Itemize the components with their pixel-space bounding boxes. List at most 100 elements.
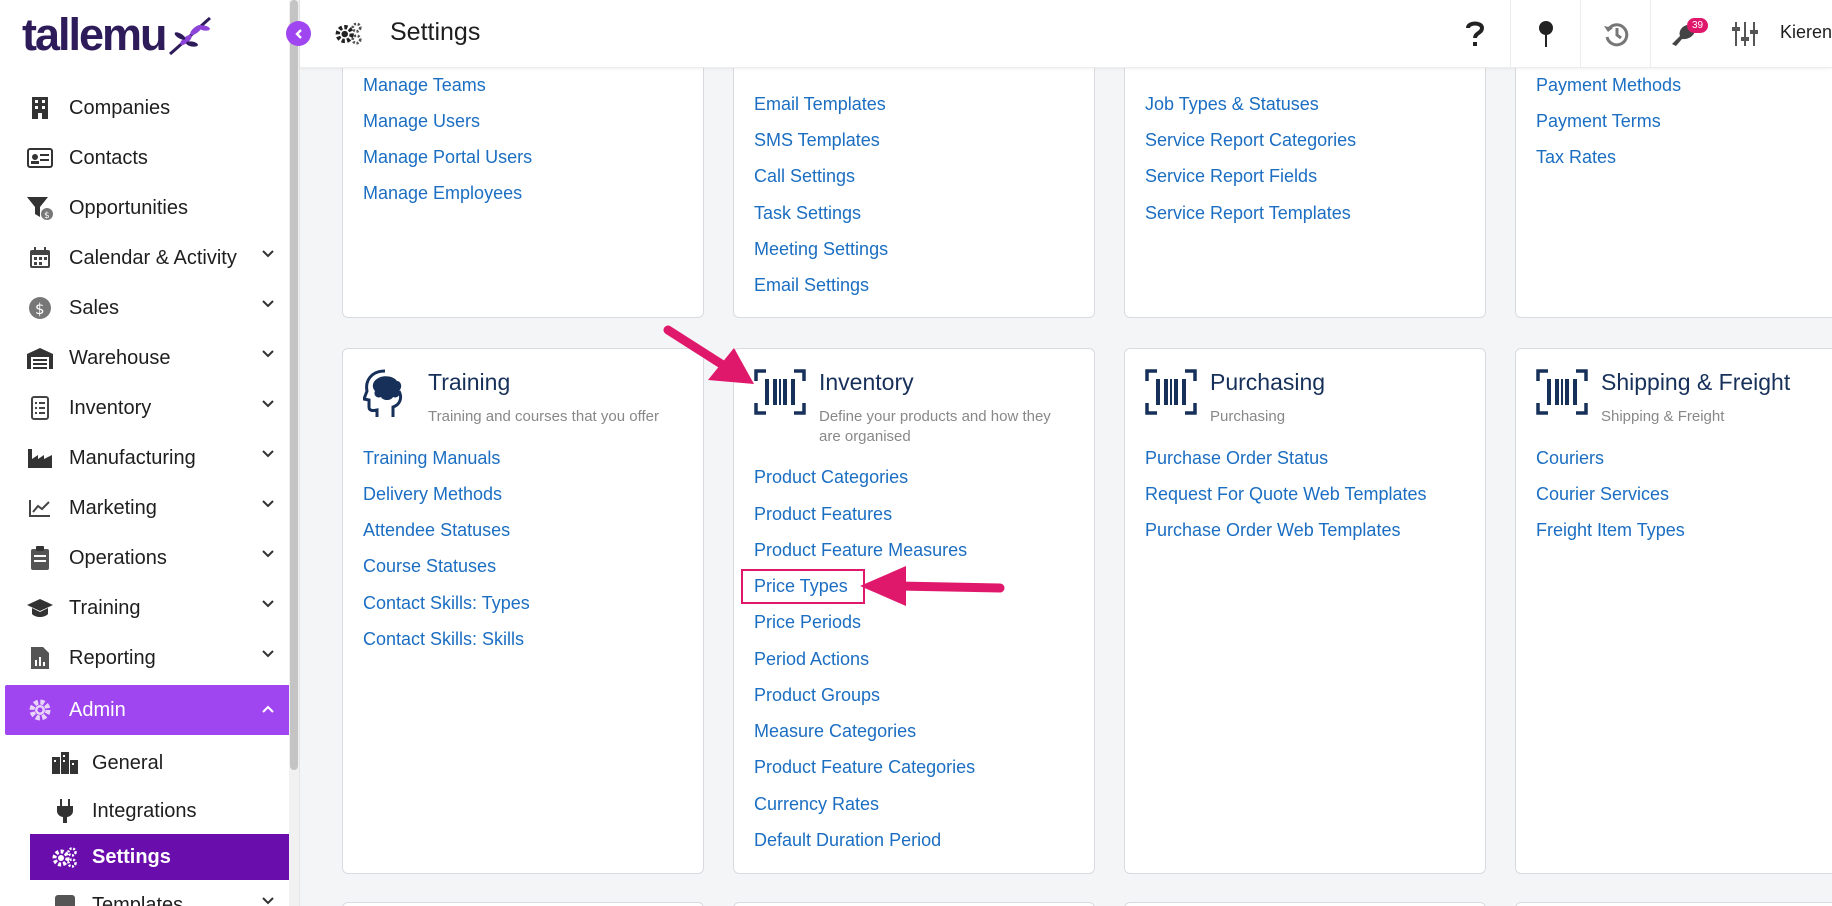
chevron-down-icon bbox=[262, 897, 274, 905]
chevron-down-icon bbox=[262, 550, 274, 558]
sidebar-item-label: Contacts bbox=[69, 146, 148, 169]
sidebar-item-marketing[interactable]: Marketing bbox=[5, 485, 293, 531]
link-purchase-order-status[interactable]: Purchase Order Status bbox=[1145, 448, 1328, 469]
link-payment-terms[interactable]: Payment Terms bbox=[1536, 111, 1661, 132]
link-product-categories[interactable]: Product Categories bbox=[754, 467, 908, 488]
card-next-row-1 bbox=[342, 902, 704, 906]
link-payment-methods[interactable]: Payment Methods bbox=[1536, 75, 1681, 96]
chart-line-icon bbox=[25, 493, 55, 523]
link-couriers[interactable]: Couriers bbox=[1536, 448, 1604, 469]
user-menu[interactable]: Kieren bbox=[1780, 22, 1832, 43]
link-meeting-settings[interactable]: Meeting Settings bbox=[754, 239, 888, 260]
link-manage-users[interactable]: Manage Users bbox=[363, 111, 480, 132]
preferences-button[interactable] bbox=[1710, 0, 1780, 68]
link-service-report-categories[interactable]: Service Report Categories bbox=[1145, 130, 1356, 151]
pin-icon bbox=[1538, 21, 1553, 47]
chevron-down-icon bbox=[262, 600, 274, 608]
link-email-settings[interactable]: Email Settings bbox=[754, 275, 869, 296]
collapse-sidebar-button[interactable] bbox=[286, 21, 311, 46]
top-header: Settings 39 Kieren bbox=[300, 0, 1832, 68]
sidebar-item-companies[interactable]: Companies bbox=[5, 85, 293, 131]
link-sms-templates[interactable]: SMS Templates bbox=[754, 130, 880, 151]
link-task-settings[interactable]: Task Settings bbox=[754, 203, 861, 224]
scrollbar-thumb[interactable] bbox=[290, 0, 298, 770]
link-product-features[interactable]: Product Features bbox=[754, 504, 892, 525]
card-title: Purchasing bbox=[1210, 369, 1326, 395]
sidebar-item-contacts[interactable]: Contacts bbox=[5, 135, 293, 181]
link-product-feature-measures[interactable]: Product Feature Measures bbox=[754, 540, 967, 561]
sidebar-item-manufacturing[interactable]: Manufacturing bbox=[5, 435, 293, 481]
link-price-periods[interactable]: Price Periods bbox=[754, 612, 861, 633]
link-delivery-methods[interactable]: Delivery Methods bbox=[363, 484, 502, 505]
card-subtitle: Define your products and how they are or… bbox=[819, 408, 1051, 445]
link-manage-employees[interactable]: Manage Employees bbox=[363, 183, 522, 204]
sidebar-item-label: Settings bbox=[92, 845, 171, 868]
history-button[interactable] bbox=[1580, 0, 1650, 68]
link-product-feature-categories[interactable]: Product Feature Categories bbox=[754, 757, 975, 778]
chevron-up-icon bbox=[262, 705, 274, 713]
link-manage-teams[interactable]: Manage Teams bbox=[363, 75, 486, 96]
link-attendee-statuses[interactable]: Attendee Statuses bbox=[363, 520, 510, 541]
link-contact-skills-types[interactable]: Contact Skills: Types bbox=[363, 593, 530, 614]
link-rfq-web-templates[interactable]: Request For Quote Web Templates bbox=[1145, 484, 1426, 505]
link-product-groups[interactable]: Product Groups bbox=[754, 685, 880, 706]
link-training-manuals[interactable]: Training Manuals bbox=[363, 448, 500, 469]
report-icon bbox=[25, 643, 55, 673]
sidebar-item-label: Operations bbox=[69, 546, 167, 569]
sidebar-item-opportunities[interactable]: $ Opportunities bbox=[5, 185, 293, 231]
link-service-report-fields[interactable]: Service Report Fields bbox=[1145, 166, 1317, 187]
link-email-templates[interactable]: Email Templates bbox=[754, 94, 886, 115]
link-manage-portal-users[interactable]: Manage Portal Users bbox=[363, 147, 532, 168]
sidebar-item-calendar-activity[interactable]: Calendar & Activity bbox=[5, 235, 293, 281]
link-default-duration-period[interactable]: Default Duration Period bbox=[754, 830, 941, 851]
card-next-row-3 bbox=[1124, 902, 1486, 906]
sidebar-item-sales[interactable]: $ Sales bbox=[5, 285, 293, 331]
card-users: Manage Teams Manage Users Manage Portal … bbox=[342, 30, 704, 318]
link-course-statuses[interactable]: Course Statuses bbox=[363, 556, 496, 577]
funnel-icon: $ bbox=[25, 193, 55, 223]
sidebar-item-inventory[interactable]: Inventory bbox=[5, 385, 293, 431]
building-icon bbox=[25, 93, 55, 123]
city-icon bbox=[50, 748, 80, 778]
chevron-down-icon bbox=[262, 500, 274, 508]
link-measure-categories[interactable]: Measure Categories bbox=[754, 721, 916, 742]
card-purchasing: Purchasing Purchasing Purchase Order Sta… bbox=[1124, 348, 1486, 874]
sidebar-item-warehouse[interactable]: Warehouse bbox=[5, 335, 293, 381]
link-service-report-templates[interactable]: Service Report Templates bbox=[1145, 203, 1351, 224]
brand-wordmark: tallemu bbox=[22, 9, 168, 60]
brand-logo[interactable]: tallemu bbox=[22, 9, 214, 60]
sidebar-item-label: Integrations bbox=[92, 799, 197, 822]
pin-button[interactable] bbox=[1510, 0, 1580, 68]
link-courier-services[interactable]: Courier Services bbox=[1536, 484, 1669, 505]
sidebar-item-operations[interactable]: Operations bbox=[5, 535, 293, 581]
chevron-down-icon bbox=[262, 350, 274, 358]
sidebar-subitem-settings[interactable]: Settings bbox=[30, 834, 293, 880]
sidebar-subitem-templates[interactable]: Templates bbox=[30, 882, 293, 906]
link-freight-item-types[interactable]: Freight Item Types bbox=[1536, 520, 1685, 541]
contact-card-icon bbox=[25, 143, 55, 173]
link-job-types-statuses[interactable]: Job Types & Statuses bbox=[1145, 94, 1319, 115]
card-next-row-2 bbox=[733, 902, 1095, 906]
link-call-settings[interactable]: Call Settings bbox=[754, 166, 855, 187]
link-po-web-templates[interactable]: Purchase Order Web Templates bbox=[1145, 520, 1400, 541]
sidebar-item-reporting[interactable]: Reporting bbox=[5, 635, 293, 681]
link-contact-skills-skills[interactable]: Contact Skills: Skills bbox=[363, 629, 524, 650]
sidebar-subitem-general[interactable]: General bbox=[30, 740, 293, 786]
sidebar-item-training[interactable]: Training bbox=[5, 585, 293, 631]
help-button[interactable] bbox=[1440, 0, 1510, 68]
sidebar-scrollbar[interactable] bbox=[289, 0, 299, 906]
notification-count-badge: 39 bbox=[1687, 18, 1709, 33]
help-icon bbox=[1466, 21, 1485, 46]
sidebar-subitem-integrations[interactable]: Integrations bbox=[30, 788, 293, 834]
sidebar-item-admin[interactable]: Admin bbox=[5, 685, 293, 735]
template-icon bbox=[50, 890, 80, 906]
card-training: Training Training and courses that you o… bbox=[342, 348, 704, 874]
chevron-down-icon bbox=[262, 650, 274, 658]
link-period-actions[interactable]: Period Actions bbox=[754, 649, 869, 670]
link-currency-rates[interactable]: Currency Rates bbox=[754, 794, 879, 815]
link-tax-rates[interactable]: Tax Rates bbox=[1536, 147, 1616, 168]
calendar-icon bbox=[25, 243, 55, 273]
chevron-down-icon bbox=[262, 450, 274, 458]
dollar-icon: $ bbox=[25, 293, 55, 323]
card-title: Inventory bbox=[819, 369, 914, 395]
